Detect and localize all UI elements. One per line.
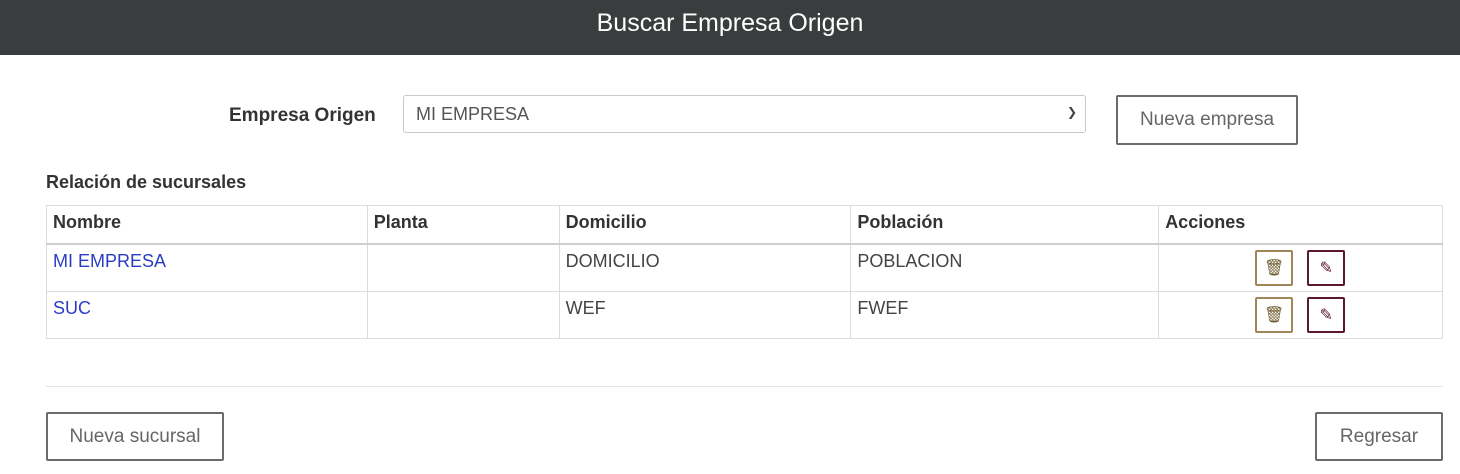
trash-icon: 🗑: [1264, 259, 1285, 277]
column-header-poblacion: Población: [850, 205, 1160, 245]
section-title: Relación de sucursales: [46, 172, 247, 192]
regresar-button[interactable]: Regresar: [1315, 412, 1443, 461]
pencil-icon: ✎: [1319, 259, 1333, 277]
edit-button[interactable]: ✎: [1307, 296, 1346, 333]
nueva-sucursal-button[interactable]: Nueva sucursal: [46, 412, 224, 461]
pencil-icon: ✎: [1319, 306, 1333, 324]
page-header: Buscar Empresa Origen: [0, 0, 1460, 55]
cell-nombre: SUC: [46, 290, 368, 339]
empresa-origen-selected-value: MI EMPRESA: [416, 104, 530, 124]
empresa-origen-row: Empresa Origen MI EMPRESA ❯ Nueva empres…: [0, 95, 1460, 145]
table-header-row: Nombre Planta Domicilio Población Accion…: [46, 205, 1443, 245]
cell-poblacion: POBLACION: [850, 243, 1160, 292]
column-header-acciones: Acciones: [1158, 205, 1443, 245]
delete-button[interactable]: 🗑: [1255, 296, 1294, 333]
cell-acciones: 🗑 ✎: [1158, 290, 1443, 339]
cell-domicilio: WEF: [558, 290, 852, 339]
divider: [46, 386, 1443, 387]
page-title: Buscar Empresa Origen: [596, 9, 864, 37]
cell-acciones: 🗑 ✎: [1158, 243, 1443, 292]
cell-planta: [366, 290, 560, 339]
cell-domicilio: DOMICILIO: [558, 243, 852, 292]
table-row: SUC WEF FWEF 🗑 ✎: [46, 290, 1443, 339]
sucursal-link[interactable]: SUC: [53, 298, 91, 318]
column-header-planta: Planta: [366, 205, 560, 245]
nueva-empresa-button[interactable]: Nueva empresa: [1116, 95, 1298, 145]
sucursal-link[interactable]: MI EMPRESA: [53, 251, 166, 271]
cell-planta: [366, 243, 560, 292]
cell-nombre: MI EMPRESA: [46, 243, 368, 292]
column-header-nombre: Nombre: [46, 205, 368, 245]
table-row: MI EMPRESA DOMICILIO POBLACION 🗑 ✎: [46, 243, 1443, 292]
empresa-origen-select[interactable]: MI EMPRESA ❯: [403, 95, 1086, 133]
column-header-domicilio: Domicilio: [558, 205, 852, 245]
sucursales-table: Nombre Planta Domicilio Población Accion…: [46, 205, 1443, 339]
delete-button[interactable]: 🗑: [1255, 249, 1294, 286]
edit-button[interactable]: ✎: [1307, 249, 1346, 286]
cell-poblacion: FWEF: [850, 290, 1160, 339]
chevron-down-icon: ❯: [1066, 105, 1077, 119]
row-actions: 🗑 ✎: [1165, 296, 1436, 333]
empresa-origen-label: Empresa Origen: [229, 105, 376, 126]
row-actions: 🗑 ✎: [1165, 249, 1436, 286]
trash-icon: 🗑: [1264, 306, 1285, 324]
